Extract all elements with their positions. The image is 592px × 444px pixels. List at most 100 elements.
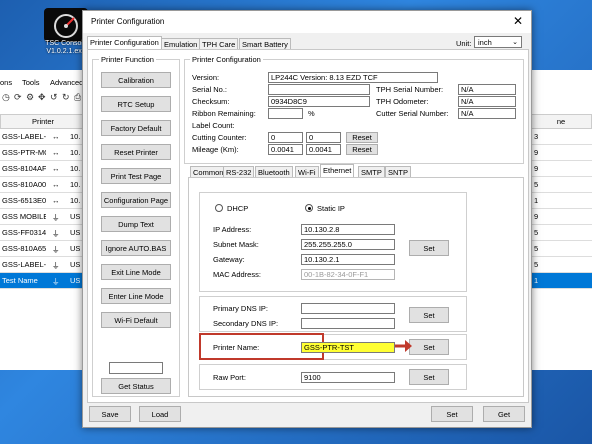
table-row[interactable]: 5 bbox=[530, 177, 592, 193]
right-cell: 5 bbox=[534, 180, 539, 189]
tab-printer-configuration[interactable]: Printer Configuration bbox=[87, 36, 162, 50]
ethernet-panel: DHCP Static IP IP Address: 10.130.2.8 Su… bbox=[188, 177, 524, 397]
table-row[interactable]: 1 bbox=[530, 193, 592, 209]
table-row[interactable]: Test Name ⏚ US bbox=[0, 273, 86, 289]
printer-name-cell: GSS MOBILE P... bbox=[2, 212, 46, 221]
enter-line-mode-button[interactable]: Enter Line Mode bbox=[101, 288, 171, 304]
close-icon[interactable]: ✕ bbox=[513, 14, 523, 28]
wi-fi-default-button[interactable]: Wi-Fi Default bbox=[101, 312, 171, 328]
unit-select[interactable]: inch ⌄ bbox=[474, 36, 522, 48]
set-all-button[interactable]: Set bbox=[431, 406, 473, 422]
ignore-auto-bas-button[interactable]: Ignore AUTO.BAS bbox=[101, 240, 171, 256]
redo-icon[interactable]: ↻ bbox=[62, 92, 70, 103]
settings-icon[interactable]: ⚙ bbox=[26, 92, 34, 103]
interface-cell: US bbox=[70, 228, 81, 237]
table-row[interactable]: GSS-LABEL-P... ⏚ US bbox=[0, 257, 86, 273]
interface-cell: 10. bbox=[70, 196, 81, 205]
table-row[interactable]: GSS-8104AF ↔ 10. bbox=[0, 161, 86, 177]
set-raw-port-button[interactable]: Set bbox=[409, 369, 449, 385]
table-row[interactable]: GSS-810A65 ⏚ US bbox=[0, 241, 86, 257]
primary-dns-field[interactable] bbox=[301, 303, 395, 314]
table-row[interactable]: 9 bbox=[530, 145, 592, 161]
exit-line-mode-button[interactable]: Exit Line Mode bbox=[101, 264, 171, 280]
right-cell: 9 bbox=[534, 148, 539, 157]
version-field: LP244C Version: 8.13 EZD TCF bbox=[268, 72, 438, 83]
refresh-icon[interactable]: ⟳ bbox=[14, 92, 22, 103]
mileage-field-b: 0.0041 bbox=[306, 144, 341, 155]
table-row[interactable]: GSS-6513E0 ↔ 10. bbox=[0, 193, 86, 209]
dhcp-label: DHCP bbox=[227, 204, 249, 213]
rtc-setup-button[interactable]: RTC Setup bbox=[101, 96, 171, 112]
tph-serial-field: N/A bbox=[458, 84, 516, 95]
printer-column-header[interactable]: Printer bbox=[0, 114, 86, 129]
reset-cutting-button[interactable]: Reset bbox=[346, 132, 378, 143]
dump-text-button[interactable]: Dump Text bbox=[101, 216, 171, 232]
table-row[interactable]: 5 bbox=[530, 225, 592, 241]
serial-field[interactable] bbox=[268, 84, 370, 95]
subtab-ethernet[interactable]: Ethernet bbox=[320, 164, 355, 178]
table-row[interactable]: GSS-FF0314 ⏚ US bbox=[0, 225, 86, 241]
dialog-title-bar: Printer Configuration ✕ bbox=[83, 11, 531, 33]
table-row[interactable]: 5 bbox=[530, 241, 592, 257]
set-printer-name-button[interactable]: Set bbox=[409, 339, 449, 355]
table-row[interactable]: 5 bbox=[530, 257, 592, 273]
mileage-field-a: 0.0041 bbox=[268, 144, 303, 155]
right-cell: 5 bbox=[534, 260, 539, 269]
right-column-header[interactable]: ne bbox=[530, 114, 592, 129]
undo-icon[interactable]: ↺ bbox=[50, 92, 58, 103]
table-row[interactable]: GSS MOBILE P... ⏚ US bbox=[0, 209, 86, 225]
interface-cell: 10. bbox=[70, 132, 81, 141]
printer-name-field[interactable]: GSS-PTR-TST bbox=[301, 342, 395, 353]
interface-cell: 10. bbox=[70, 148, 81, 157]
calibration-button[interactable]: Calibration bbox=[101, 72, 171, 88]
tph-serial-label: TPH Serial Number: bbox=[376, 85, 444, 94]
subnet-mask-field[interactable]: 255.255.255.0 bbox=[301, 239, 395, 250]
reset-printer-button[interactable]: Reset Printer bbox=[101, 144, 171, 160]
clock-icon[interactable]: ◷ bbox=[2, 92, 10, 103]
configuration-page-button[interactable]: Configuration Page bbox=[101, 192, 171, 208]
table-row[interactable]: 1 bbox=[530, 273, 592, 289]
raw-port-label: Raw Port: bbox=[213, 373, 246, 382]
printer-name-cell: GSS-PTR-MOB... bbox=[2, 148, 46, 157]
table-row[interactable]: 3 bbox=[530, 129, 592, 145]
menu-advanced[interactable]: Advanced bbox=[50, 78, 83, 87]
move-icon[interactable]: ✥ bbox=[38, 92, 46, 103]
connection-icon: ↔ bbox=[52, 180, 60, 189]
interface-cell: 10. bbox=[70, 164, 81, 173]
label-count-label: Label Count: bbox=[192, 121, 235, 130]
right-cell: 5 bbox=[534, 228, 539, 237]
raw-port-field[interactable]: 9100 bbox=[301, 372, 395, 383]
factory-default-button[interactable]: Factory Default bbox=[101, 120, 171, 136]
reset-mileage-button[interactable]: Reset bbox=[346, 144, 378, 155]
ribbon-unit: % bbox=[308, 109, 315, 118]
get-all-button[interactable]: Get bbox=[483, 406, 525, 422]
set-dns-button[interactable]: Set bbox=[409, 307, 449, 323]
save-button[interactable]: Save bbox=[89, 406, 131, 422]
cutter-serial-field: N/A bbox=[458, 108, 516, 119]
print-test-page-button[interactable]: Print Test Page bbox=[101, 168, 171, 184]
table-row[interactable]: GSS-LABEL-P... ↔ 10. bbox=[0, 129, 86, 145]
table-row[interactable]: GSS-PTR-MOB... ↔ 10. bbox=[0, 145, 86, 161]
ip-address-field[interactable]: 10.130.2.8 bbox=[301, 224, 395, 235]
set-ip-button[interactable]: Set bbox=[409, 240, 449, 256]
get-status-button[interactable]: Get Status bbox=[101, 378, 171, 394]
gateway-field[interactable]: 10.130.2.1 bbox=[301, 254, 395, 265]
connection-icon: ↔ bbox=[52, 164, 60, 173]
menu-options[interactable]: ons bbox=[0, 78, 12, 87]
table-row[interactable]: 9 bbox=[530, 209, 592, 225]
printer-name-cell: GSS-6513E0 bbox=[2, 196, 46, 205]
static-ip-radio[interactable] bbox=[305, 204, 313, 212]
load-button[interactable]: Load bbox=[139, 406, 181, 422]
menu-tools[interactable]: Tools bbox=[22, 78, 40, 87]
table-row[interactable]: GSS-810A00 ↔ 10. bbox=[0, 177, 86, 193]
background-menu-bar: ons Tools Advanced bbox=[0, 78, 92, 90]
connection-icon: ↔ bbox=[52, 132, 60, 141]
table-row[interactable]: 9 bbox=[530, 161, 592, 177]
version-label: Version: bbox=[192, 73, 220, 82]
interface-cell: US bbox=[70, 260, 81, 269]
secondary-dns-field[interactable] bbox=[301, 318, 395, 329]
background-toolbar: ◷ ⟳ ⚙ ✥ ↺ ↻ ⎙ bbox=[0, 92, 92, 106]
print-icon[interactable]: ⎙ bbox=[74, 92, 81, 103]
interface-cell: US bbox=[70, 244, 81, 253]
dhcp-radio[interactable] bbox=[215, 204, 223, 212]
